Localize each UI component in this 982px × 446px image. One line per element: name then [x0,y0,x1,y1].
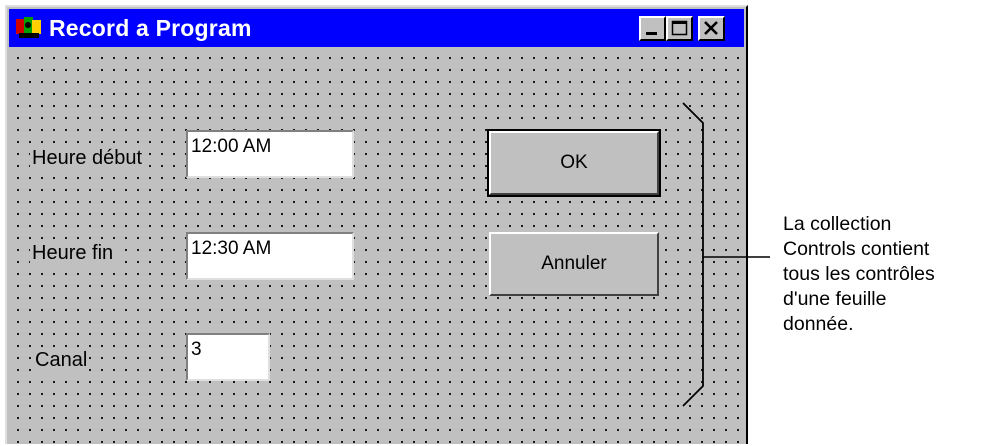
annotation-line: tous les contrôles [783,263,935,285]
annotation-line: La collection [783,213,892,235]
annotation-line: Controls contient [783,238,930,260]
annotation-line: donnée. [783,313,854,335]
annotation-text: La collection Controls contient tous les… [783,212,982,337]
annotation-line: d'une feuille [783,288,887,310]
